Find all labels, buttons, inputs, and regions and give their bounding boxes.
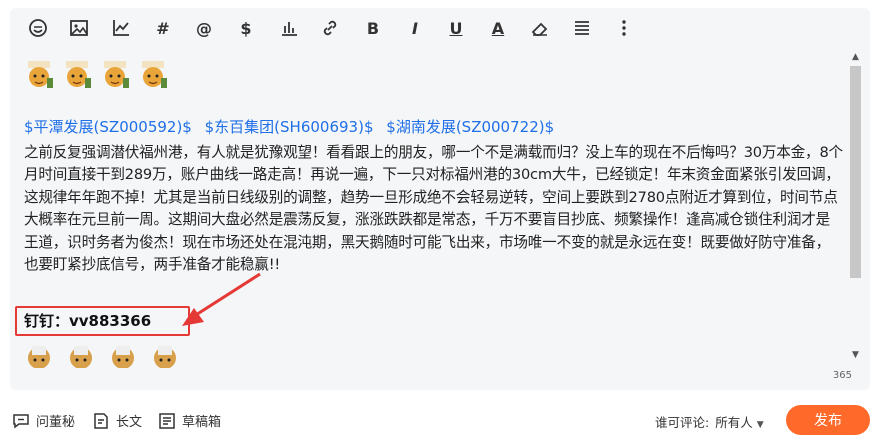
eraser-icon[interactable] [528, 16, 552, 40]
tiger-sticker-icon [154, 346, 176, 368]
bold-icon[interactable]: B [361, 16, 385, 40]
tiger-sticker-icon [142, 61, 167, 88]
document-edit-icon [94, 412, 108, 429]
link-icon[interactable] [318, 16, 342, 40]
comment-permission: 谁可评论: 所有人 ▼ [655, 412, 764, 431]
tiger-sticker-icon [104, 61, 129, 88]
image-icon[interactable] [67, 16, 91, 40]
drafts-icon [159, 412, 175, 429]
scrollbar-thumb[interactable] [850, 66, 861, 278]
drafts-button[interactable]: 草稿箱 [158, 411, 221, 430]
ask-secretary-button[interactable]: 问董秘 [12, 411, 75, 430]
drafts-label: 草稿箱 [182, 415, 222, 430]
bottom-bar: 问董秘 长文 草稿箱 谁可评论: 所有人 ▼ 发布 [0, 395, 888, 443]
font-color-icon[interactable]: A [486, 16, 510, 40]
editor-toolbar: # @ $ B I U A [10, 8, 870, 46]
tiger-sticker-icon [66, 61, 91, 88]
vertical-scrollbar[interactable]: ▲ ▼ [848, 48, 864, 368]
comment-permission-value: 所有人 [715, 415, 753, 430]
sticker-row-bottom [24, 344, 180, 368]
post-body-text: 之前反复强调潜伏福州港，有人就是犹豫观望！看看跟上的朋友，哪一个不是满载而归？没… [24, 144, 843, 274]
mention-icon[interactable]: @ [192, 16, 216, 40]
long-article-button[interactable]: 长文 [92, 411, 142, 430]
editor: # @ $ B I U A $平潭发展(SZ000592)$ $东百集团(SH6… [10, 8, 870, 390]
editor-content[interactable]: $平潭发展(SZ000592)$ $东百集团(SH600693)$ $湖南发展(… [10, 48, 848, 368]
stock-link[interactable]: $东百集团(SH600693)$ [205, 118, 374, 136]
publish-button[interactable]: 发布 [786, 405, 870, 435]
comment-permission-label: 谁可评论: [655, 415, 710, 430]
dollar-icon[interactable]: $ [234, 16, 258, 40]
ask-secretary-label: 问董秘 [36, 415, 76, 430]
emoji-icon[interactable] [26, 16, 50, 40]
tiger-sticker-icon [70, 346, 92, 368]
chat-icon [13, 413, 29, 428]
stock-link[interactable]: $湖南发展(SZ000722)$ [386, 118, 554, 136]
align-icon[interactable] [570, 16, 594, 40]
more-icon[interactable] [612, 16, 636, 40]
scroll-up-icon[interactable]: ▲ [852, 52, 859, 62]
bar-chart-icon[interactable] [277, 16, 301, 40]
long-article-label: 长文 [116, 415, 143, 430]
character-counter: 365 [832, 370, 852, 381]
caret-down-icon: ▼ [756, 420, 764, 430]
underline-icon[interactable]: U [444, 16, 468, 40]
scroll-down-icon[interactable]: ▼ [852, 350, 859, 360]
red-arrow-icon [182, 272, 261, 326]
contact-text: 钉钉：vv883366 [24, 312, 152, 330]
tiger-sticker-icon [112, 346, 134, 368]
italic-icon[interactable]: I [403, 16, 427, 40]
tiger-sticker-icon [28, 346, 50, 368]
hashtag-icon[interactable]: # [151, 16, 175, 40]
chart-icon[interactable] [109, 16, 133, 40]
stock-link[interactable]: $平潭发展(SZ000592)$ [24, 118, 192, 136]
sticker-row-top [24, 60, 168, 92]
comment-permission-select[interactable]: 所有人 ▼ [715, 415, 763, 430]
tiger-sticker-icon [28, 61, 53, 88]
stock-tags: $平潭发展(SZ000592)$ $东百集团(SH600693)$ $湖南发展(… [24, 116, 562, 137]
